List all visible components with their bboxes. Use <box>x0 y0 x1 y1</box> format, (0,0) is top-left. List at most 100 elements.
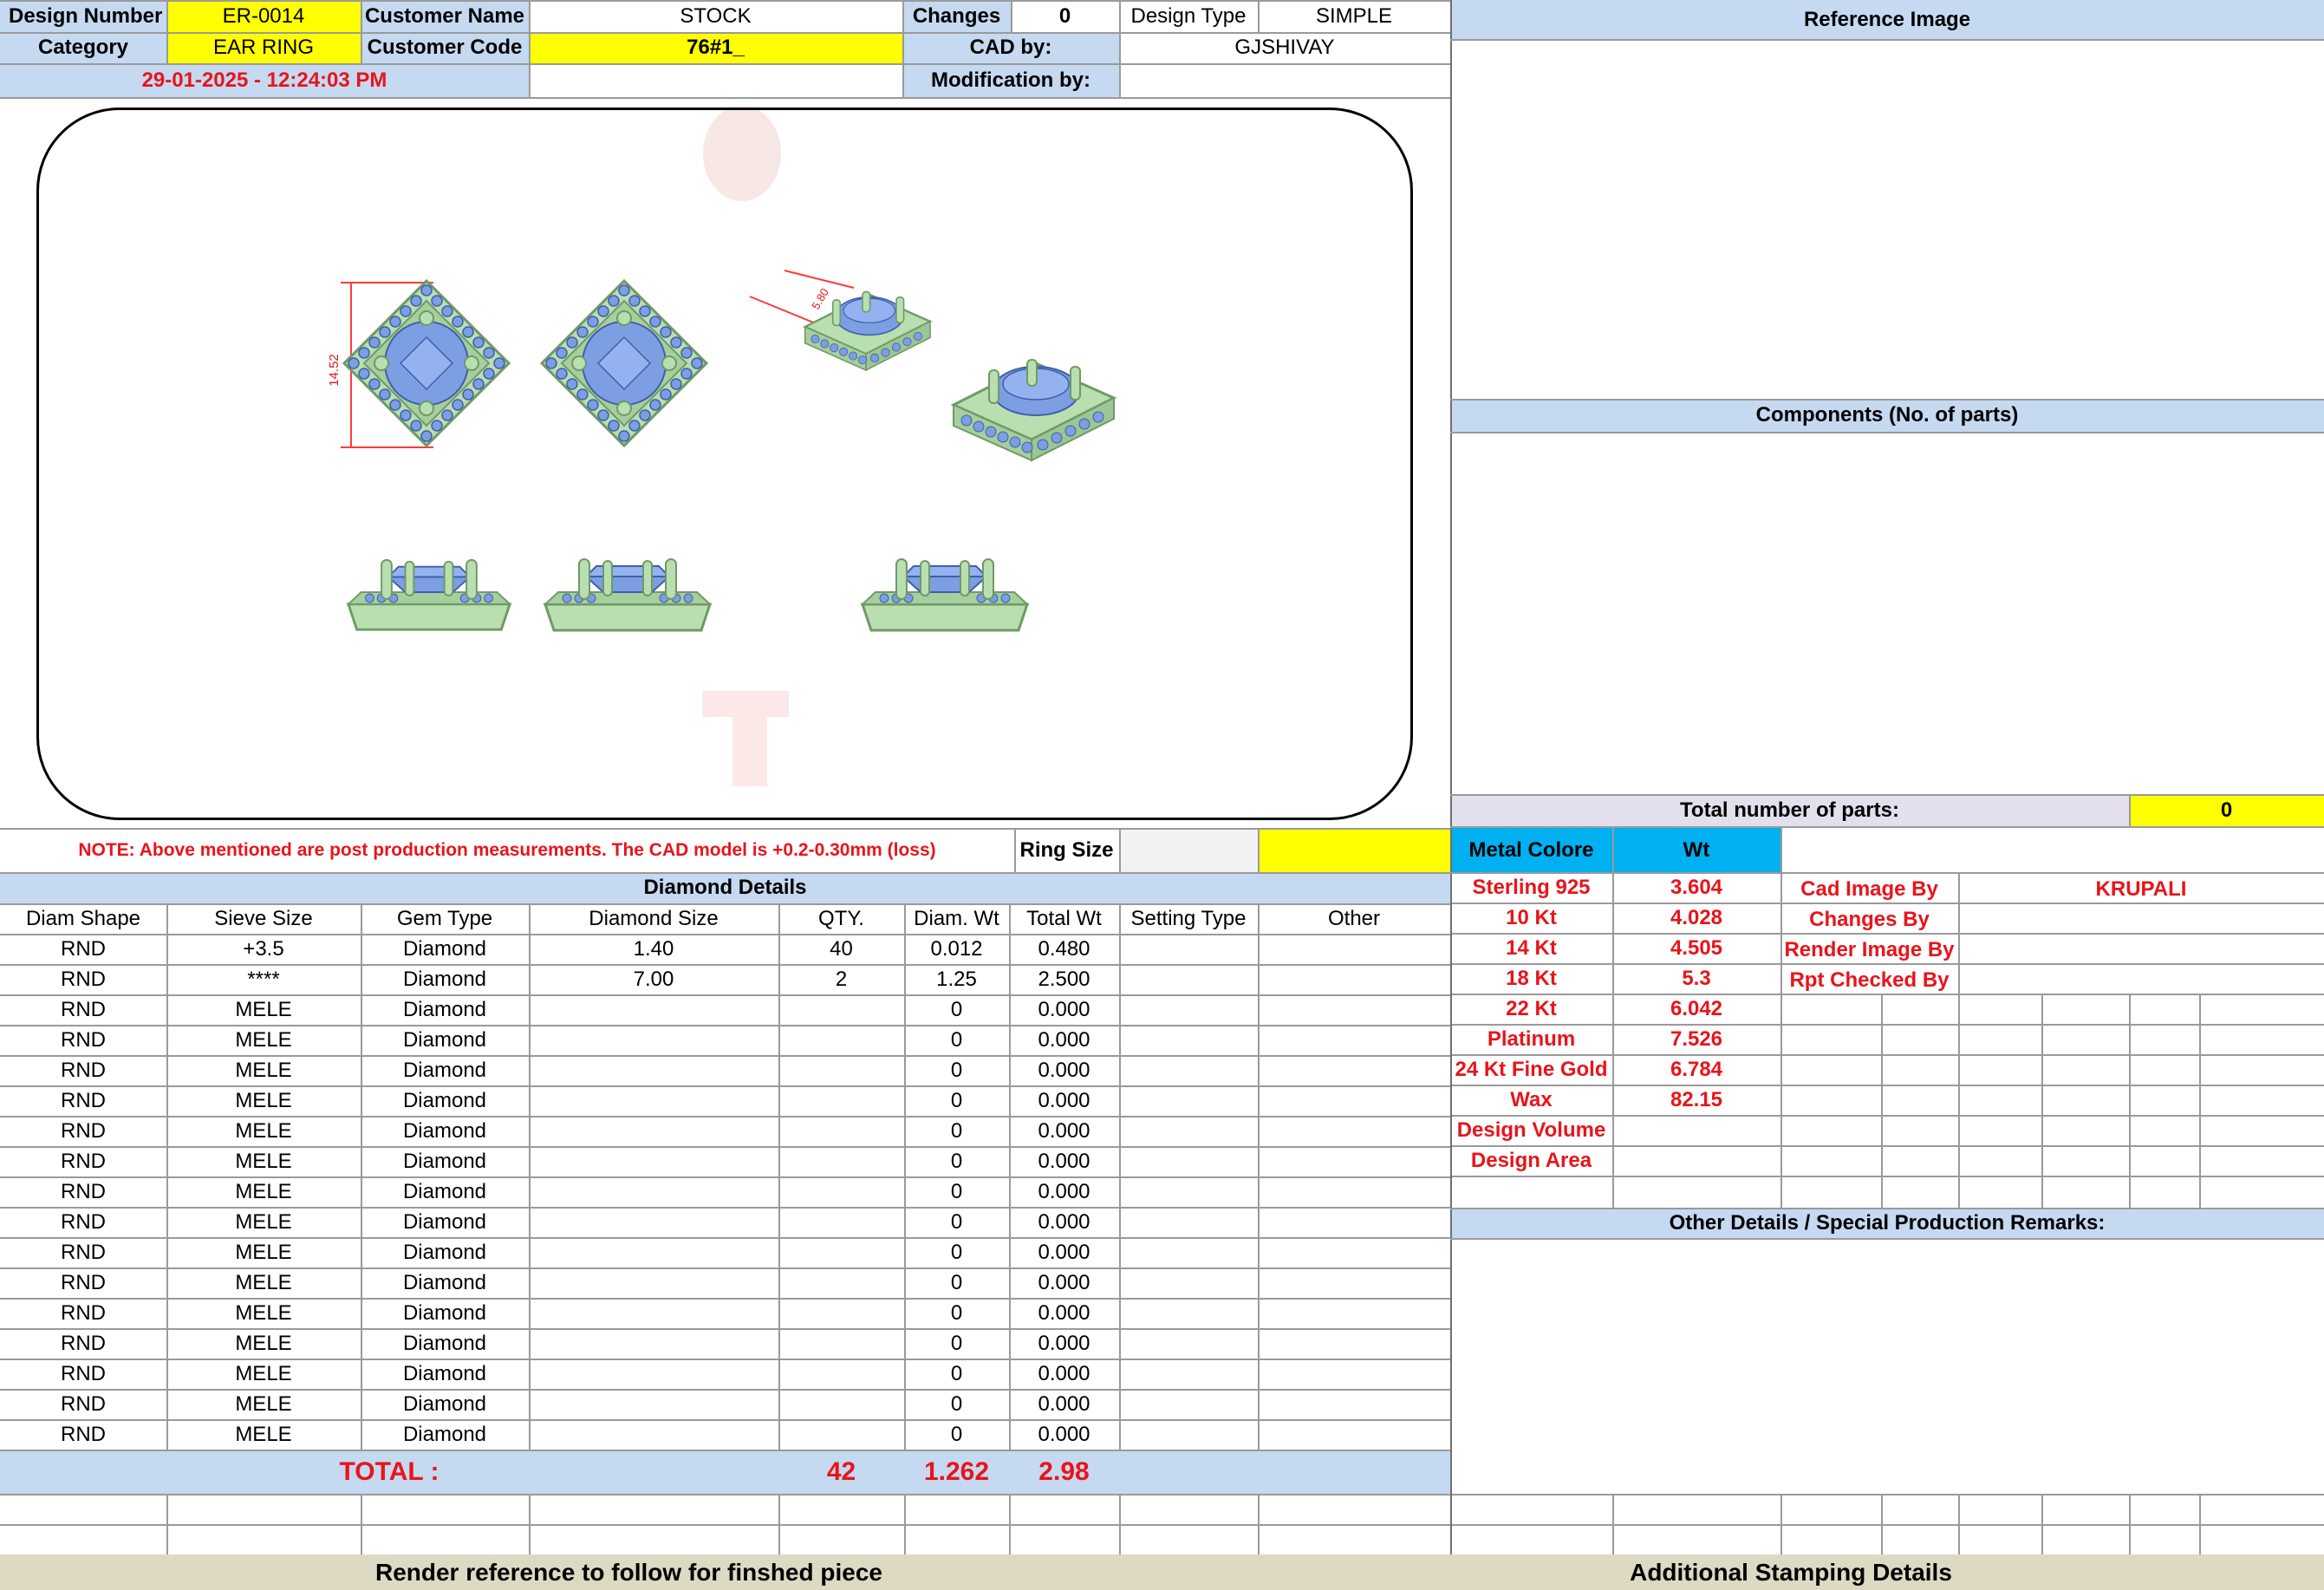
cell-total-wt[interactable]: 0.000 <box>1009 1419 1119 1450</box>
cell-diam-wt[interactable]: 0 <box>904 1237 1009 1267</box>
cell-gem-type[interactable]: Diamond <box>361 1267 529 1298</box>
cell-qty[interactable]: 40 <box>778 934 904 964</box>
cell-diam-wt[interactable]: 0 <box>904 1085 1009 1116</box>
cell-sieve-size[interactable]: MELE <box>166 1389 361 1419</box>
cell-qty[interactable] <box>778 1298 904 1328</box>
changes-value[interactable]: 0 <box>1011 0 1119 32</box>
design-type-value[interactable]: SIMPLE <box>1258 0 1450 32</box>
cell-setting-type[interactable] <box>1119 1389 1258 1419</box>
cell-diamond-size[interactable] <box>529 1328 778 1359</box>
cell-total-wt[interactable]: 0.000 <box>1009 1146 1119 1176</box>
cell-setting-type[interactable] <box>1119 1207 1258 1237</box>
cell-total-wt[interactable]: 0.000 <box>1009 1237 1119 1267</box>
cell-diam-wt[interactable]: 0 <box>904 1359 1009 1389</box>
cell-other[interactable] <box>1258 1146 1450 1176</box>
cell-qty[interactable] <box>778 1055 904 1085</box>
cell-sieve-size[interactable]: MELE <box>166 1025 361 1055</box>
cell-qty[interactable] <box>778 1207 904 1237</box>
cell-other[interactable] <box>1258 1298 1450 1328</box>
cell-qty[interactable] <box>778 1419 904 1450</box>
cell-other[interactable] <box>1258 1389 1450 1419</box>
cell-diam-wt[interactable]: 0 <box>904 1328 1009 1359</box>
cell-setting-type[interactable] <box>1119 1419 1258 1450</box>
design-number-value[interactable]: ER-0014 <box>166 0 361 32</box>
cell-setting-type[interactable] <box>1119 994 1258 1025</box>
cell-sieve-size[interactable]: MELE <box>166 1176 361 1207</box>
cell-total-wt[interactable]: 0.000 <box>1009 1055 1119 1085</box>
cell-diamond-size[interactable] <box>529 1359 778 1389</box>
cell-diamond-size[interactable] <box>529 1237 778 1267</box>
cell-sieve-size[interactable]: **** <box>166 964 361 994</box>
cell-qty[interactable]: 2 <box>778 964 904 994</box>
blank-cell[interactable] <box>529 63 902 97</box>
cell-qty[interactable] <box>778 1237 904 1267</box>
rpt-checked-by-value[interactable] <box>1958 965 2324 995</box>
ring-size-highlight[interactable] <box>1258 828 1450 872</box>
cell-diam-shape[interactable]: RND <box>0 1359 166 1389</box>
ring-size-value[interactable] <box>1119 828 1258 872</box>
cell-diam-shape[interactable]: RND <box>0 1419 166 1450</box>
cad-by-value[interactable]: GJSHIVAY <box>1119 32 1450 63</box>
cell-diam-shape[interactable]: RND <box>0 1085 166 1116</box>
cell-gem-type[interactable]: Diamond <box>361 934 529 964</box>
cell-total-wt[interactable]: 0.000 <box>1009 1025 1119 1055</box>
metal-weight[interactable]: 6.042 <box>1612 994 1780 1024</box>
metal-weight[interactable]: 4.028 <box>1612 903 1780 933</box>
cell-qty[interactable] <box>778 1146 904 1176</box>
cell-diam-shape[interactable]: RND <box>0 1237 166 1267</box>
cell-diamond-size[interactable] <box>529 1146 778 1176</box>
cell-other[interactable] <box>1258 934 1450 964</box>
cell-total-wt[interactable]: 0.000 <box>1009 1298 1119 1328</box>
cell-diam-shape[interactable]: RND <box>0 1025 166 1055</box>
cell-total-wt[interactable]: 0.000 <box>1009 1085 1119 1116</box>
cell-diam-shape[interactable]: RND <box>0 1298 166 1328</box>
metal-weight[interactable] <box>1612 1115 1780 1145</box>
cell-diamond-size[interactable] <box>529 1055 778 1085</box>
cell-qty[interactable] <box>778 1328 904 1359</box>
cell-sieve-size[interactable]: MELE <box>166 1085 361 1116</box>
cell-diam-wt[interactable]: 0 <box>904 1146 1009 1176</box>
cell-diamond-size[interactable] <box>529 1267 778 1298</box>
cell-sieve-size[interactable]: MELE <box>166 1116 361 1146</box>
cell-diamond-size[interactable] <box>529 1207 778 1237</box>
cell-diamond-size[interactable] <box>529 1116 778 1146</box>
cell-other[interactable] <box>1258 1025 1450 1055</box>
cell-total-wt[interactable]: 0.480 <box>1009 934 1119 964</box>
cell-total-wt[interactable]: 0.000 <box>1009 1267 1119 1298</box>
cell-sieve-size[interactable]: MELE <box>166 1359 361 1389</box>
metal-weight[interactable]: 82.15 <box>1612 1085 1780 1115</box>
cell-other[interactable] <box>1258 1419 1450 1450</box>
cell-gem-type[interactable]: Diamond <box>361 1146 529 1176</box>
cell-setting-type[interactable] <box>1119 1055 1258 1085</box>
cell-diam-wt[interactable]: 0 <box>904 1176 1009 1207</box>
cell-diamond-size[interactable]: 7.00 <box>529 964 778 994</box>
cell-total-wt[interactable]: 2.500 <box>1009 964 1119 994</box>
cell-diam-wt[interactable]: 0 <box>904 1055 1009 1085</box>
cell-sieve-size[interactable]: MELE <box>166 1328 361 1359</box>
cell-setting-type[interactable] <box>1119 1085 1258 1116</box>
cell-setting-type[interactable] <box>1119 964 1258 994</box>
cell-gem-type[interactable]: Diamond <box>361 1389 529 1419</box>
metal-weight[interactable]: 5.3 <box>1612 963 1780 994</box>
cell-diamond-size[interactable] <box>529 1085 778 1116</box>
cell-gem-type[interactable]: Diamond <box>361 1298 529 1328</box>
cell-diam-shape[interactable]: RND <box>0 994 166 1025</box>
cell-setting-type[interactable] <box>1119 1298 1258 1328</box>
cell-gem-type[interactable]: Diamond <box>361 994 529 1025</box>
cell-other[interactable] <box>1258 1055 1450 1085</box>
cell-gem-type[interactable]: Diamond <box>361 1176 529 1207</box>
cell-setting-type[interactable] <box>1119 1359 1258 1389</box>
cell-diam-wt[interactable]: 0 <box>904 1298 1009 1328</box>
cell-diam-shape[interactable]: RND <box>0 1176 166 1207</box>
cell-gem-type[interactable]: Diamond <box>361 1359 529 1389</box>
cell-setting-type[interactable] <box>1119 1267 1258 1298</box>
cell-diam-wt[interactable]: 0 <box>904 1389 1009 1419</box>
cell-gem-type[interactable]: Diamond <box>361 1025 529 1055</box>
cell-diam-shape[interactable]: RND <box>0 1267 166 1298</box>
cell-other[interactable] <box>1258 1237 1450 1267</box>
cell-gem-type[interactable]: Diamond <box>361 1207 529 1237</box>
cell-sieve-size[interactable]: MELE <box>166 1146 361 1176</box>
cell-diamond-size[interactable] <box>529 1298 778 1328</box>
total-parts-value[interactable]: 0 <box>2129 794 2324 826</box>
metal-weight[interactable]: 6.784 <box>1612 1054 1780 1085</box>
